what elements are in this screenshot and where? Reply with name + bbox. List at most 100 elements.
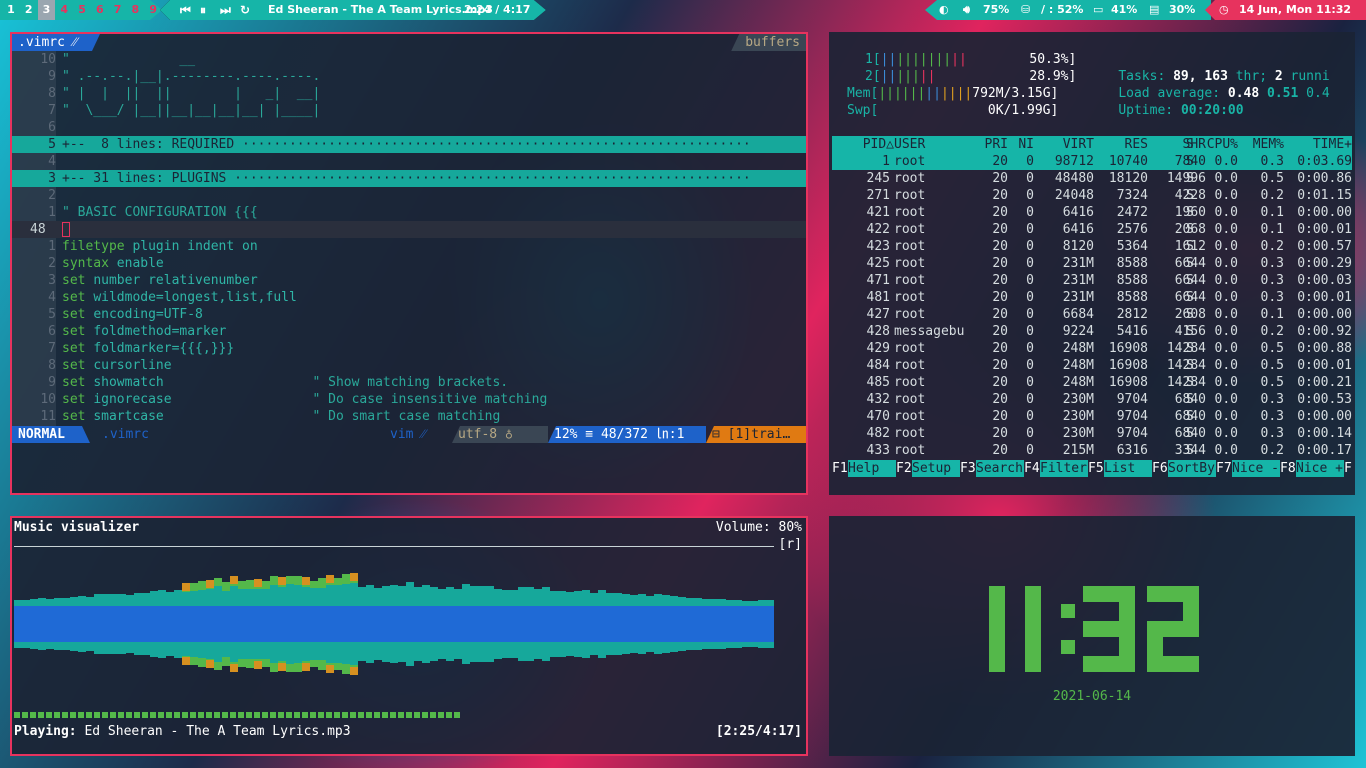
spectrum-bar-upper: [454, 589, 462, 606]
repeat-icon[interactable]: ↻: [240, 0, 250, 20]
htop-fkey[interactable]: F6: [1152, 460, 1168, 477]
vim-line[interactable]: 5 set encoding=UTF-8: [12, 306, 806, 323]
spectrum-bar-lower: [262, 642, 270, 659]
htop-column-7[interactable]: S: [1186, 136, 1198, 153]
htop-process-row[interactable]: 481 root 20 0 231M 8588 6644 S 0.0 0.3 0:00.01: [832, 289, 1352, 306]
htop-process-row[interactable]: 1 root 20 0 98712 10740 7840 S 0.0 0.3 0:03.69: [832, 153, 1352, 170]
htop-process-row[interactable]: 422 root 20 0 6416 2576 2068 S 0.0 0.1 0:00.01: [832, 221, 1352, 238]
htop-cell: S: [1186, 154, 1194, 169]
vim-line[interactable]: 7 " \___/ |__||__|__|__|__| |____|: [12, 102, 806, 119]
workspace-6[interactable]: 6: [91, 0, 109, 20]
htop-column-1[interactable]: USER: [894, 136, 974, 153]
htop-fkey-label[interactable]: Help: [848, 460, 896, 477]
vim-line[interactable]: 3 set number relativenumber: [12, 272, 806, 289]
htop-fkey-label[interactable]: Search: [976, 460, 1024, 477]
htop-process-row[interactable]: 485 root 20 0 248M 16908 14284 S 0.0 0.5 0:00.21: [832, 374, 1352, 391]
htop-process-row[interactable]: 470 root 20 0 230M 9704 6840 S 0.0 0.3 0:00.00: [832, 408, 1352, 425]
volume-icon[interactable]: 🔊︎: [963, 0, 970, 20]
htop-process-row[interactable]: 471 root 20 0 231M 8588 6644 S 0.0 0.3 0:00.03: [832, 272, 1352, 289]
pause-icon[interactable]: ⏸: [200, 0, 206, 20]
htop-column-8[interactable]: CPU%: [1198, 136, 1238, 153]
htop-column-4[interactable]: VIRT: [1044, 136, 1094, 153]
workspace-2[interactable]: 2: [20, 0, 38, 20]
htop-column-10[interactable]: TIME+: [1294, 136, 1352, 153]
workspace-9[interactable]: 9: [144, 0, 162, 20]
vim-line[interactable]: 5 +-- 8 lines: REQUIRED ·················…: [12, 136, 806, 153]
htop-column-5[interactable]: RES: [1102, 136, 1148, 153]
htop-process-row[interactable]: 429 root 20 0 248M 16908 14284 S 0.0 0.5 0:00.88: [832, 340, 1352, 357]
htop-cell: 16908: [1108, 341, 1148, 356]
htop-fkey[interactable]: F8: [1280, 460, 1296, 477]
htop-fkey[interactable]: F: [1344, 460, 1352, 477]
htop-function-keys[interactable]: F1 Help F2 Setup F3 Search F4 Filter F5 List F6…: [832, 460, 1352, 477]
vim-line[interactable]: 11 set smartcase " Do smart case matching: [12, 408, 806, 425]
vim-line[interactable]: 6: [12, 119, 806, 136]
playback-progress[interactable]: [14, 712, 462, 718]
vim-line[interactable]: 10 set ignorecase " Do case insensitive m…: [12, 391, 806, 408]
workspace-5[interactable]: 5: [73, 0, 91, 20]
htop-process-row[interactable]: 482 root 20 0 230M 9704 6840 S 0.0 0.3 0:00.14: [832, 425, 1352, 442]
htop-process-row[interactable]: 423 root 20 0 8120 5364 1612 S 0.0 0.2 0:00.57: [832, 238, 1352, 255]
skip-previous-icon[interactable]: ⏮: [180, 0, 191, 20]
vim-line[interactable]: 3 +-- 31 lines: PLUGINS ·················…: [12, 170, 806, 187]
htop-fkey-label[interactable]: Filter: [1040, 460, 1088, 477]
htop-fkey-label[interactable]: Nice +: [1296, 460, 1344, 477]
vim-line[interactable]: 6 set foldmethod=marker: [12, 323, 806, 340]
htop-fkey[interactable]: F4: [1024, 460, 1040, 477]
htop-fkey[interactable]: F7: [1216, 460, 1232, 477]
vim-line[interactable]: 4 set wildmode=longest,list,full: [12, 289, 806, 306]
htop-fkey-label[interactable]: List: [1104, 460, 1152, 477]
vim-line[interactable]: 1 " BASIC CONFIGURATION {{{: [12, 204, 806, 221]
htop-process-row[interactable]: 421 root 20 0 6416 2472 1960 S 0.0 0.1 0:00.00: [832, 204, 1352, 221]
htop-fkey[interactable]: F3: [960, 460, 976, 477]
vim-line[interactable]: 9 set showmatch " Show matching brackets.: [12, 374, 806, 391]
htop-fkey[interactable]: F5: [1088, 460, 1104, 477]
htop-cell: 0:00.57: [1297, 239, 1352, 254]
vim-line[interactable]: 9 " .--.--.|__|.--------.----.----.: [12, 68, 806, 85]
htop-fkey-label[interactable]: SortBy: [1168, 460, 1216, 477]
vim-line[interactable]: 8 set cursorline: [12, 357, 806, 374]
workspace-1[interactable]: 1: [2, 0, 20, 20]
vim-buffer-tab[interactable]: .vimrc ⁄⁄: [12, 34, 100, 51]
vim-line[interactable]: 8 " | | || || | _| __|: [12, 85, 806, 102]
spectrum-bar-upper: [270, 585, 278, 606]
htop-cell: 0.0: [1214, 375, 1238, 390]
skip-next-icon[interactable]: ⏭: [220, 0, 231, 20]
htop-process-row[interactable]: 432 root 20 0 230M 9704 6840 S 0.0 0.3 0:00.53: [832, 391, 1352, 408]
toggle-icon[interactable]: ◐: [939, 0, 949, 20]
vim-line[interactable]: 1 filetype plugin indent on: [12, 238, 806, 255]
htop-column-header[interactable]: PID△ USER PRI NI VIRT RES SHR S CPU% MEM% TIME+: [832, 136, 1352, 153]
spectrum-peak-lower: [198, 658, 206, 667]
vim-line[interactable]: 2 syntax enable: [12, 255, 806, 272]
htop-process-row[interactable]: 484 root 20 0 248M 16908 14284 S 0.0 0.5 0:00.01: [832, 357, 1352, 374]
htop-process-row[interactable]: 428 messagebu 20 0 9224 5416 4156 S 0.0 0.2 0:00.9…: [832, 323, 1352, 340]
htop-process-row[interactable]: 427 root 20 0 6684 2812 2608 S 0.0 0.1 0:00.00: [832, 306, 1352, 323]
vim-line[interactable]: 2: [12, 187, 806, 204]
htop-column-3[interactable]: NI: [1014, 136, 1034, 153]
spectrum-bar-upper: [366, 585, 374, 606]
htop-process-row[interactable]: 271 root 20 0 24048 7324 4228 S 0.0 0.2 0:01.15: [832, 187, 1352, 204]
date-time[interactable]: ◷ 14 Jun, Mon 11:32: [1205, 0, 1366, 20]
htop-fkey-label[interactable]: Setup: [912, 460, 960, 477]
htop-column-0[interactable]: PID△: [832, 136, 894, 153]
workspace-4[interactable]: 4: [55, 0, 73, 20]
workspace-3[interactable]: 3: [37, 0, 56, 20]
vim-editor[interactable]: .vimrc ⁄⁄ buffers 10 " __ 9 " .--.--.|__|.-…: [10, 32, 808, 495]
htop-fkey-label[interactable]: Nice -: [1232, 460, 1280, 477]
htop-column-2[interactable]: PRI: [972, 136, 1008, 153]
htop-process-row[interactable]: 245 root 20 0 48480 18120 14996 S 0.0 0.5 0:00.86: [832, 170, 1352, 187]
workspace-7[interactable]: 7: [109, 0, 127, 20]
htop-column-9[interactable]: MEM%: [1244, 136, 1284, 153]
vim-line[interactable]: 4: [12, 153, 806, 170]
vim-line[interactable]: 10 " __: [12, 51, 806, 68]
htop-fkey[interactable]: F1: [832, 460, 848, 477]
vim-line[interactable]: 7 set foldmarker={{{,}}}: [12, 340, 806, 357]
htop-monitor[interactable]: 1[||||||||||| 50.3%] 2[||||||| 28.9%] Mem[…: [829, 32, 1355, 495]
htop-fkey[interactable]: F2: [896, 460, 912, 477]
vim-line[interactable]: 48: [12, 221, 806, 238]
htop-process-row[interactable]: 425 root 20 0 231M 8588 6644 S 0.0 0.3 0:00.29: [832, 255, 1352, 272]
htop-cell: 470: [866, 409, 890, 424]
workspace-8[interactable]: 8: [126, 0, 144, 20]
htop-process-row[interactable]: 433 root 20 0 215M 6316 3344 S 0.0 0.2 0:00.17: [832, 442, 1352, 459]
htop-cell: 1: [882, 154, 890, 169]
